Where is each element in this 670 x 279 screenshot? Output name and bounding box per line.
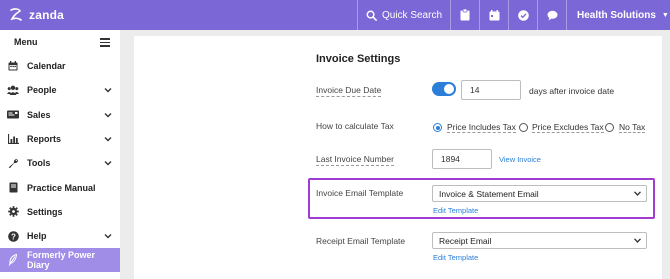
toggle-knob xyxy=(444,84,454,94)
calendar-button[interactable] xyxy=(479,0,508,30)
quick-search-button[interactable]: Quick Search xyxy=(357,0,450,30)
view-invoice-link[interactable]: View Invoice xyxy=(499,155,541,164)
sidebar-item-label: Help xyxy=(27,231,47,242)
sidebar-item-label: Tools xyxy=(27,158,51,169)
book-icon xyxy=(7,182,19,194)
chevron-down-icon xyxy=(104,88,112,93)
edit-receipt-template-link[interactable]: Edit Template xyxy=(433,253,478,262)
chat-icon xyxy=(547,10,557,20)
gear-icon xyxy=(7,206,19,218)
sidebar-item-label: Formerly Power Diary xyxy=(27,250,96,271)
radio-price-excludes-tax[interactable] xyxy=(519,123,528,132)
search-icon xyxy=(366,10,377,21)
clipboard-icon xyxy=(460,9,470,21)
invoice-email-template-label: Invoice Email Template xyxy=(316,188,404,198)
account-menu[interactable]: Health Solutions ▼ xyxy=(566,0,670,30)
messages-button[interactable] xyxy=(537,0,566,30)
sidebar-item-people[interactable]: People xyxy=(0,78,120,102)
chevron-down-icon xyxy=(104,161,112,166)
zanda-logo-icon xyxy=(10,8,22,21)
feather-icon xyxy=(7,254,19,267)
radio-label-excludes[interactable]: Price Excludes Tax xyxy=(532,122,604,133)
completed-button[interactable] xyxy=(508,0,537,30)
people-icon xyxy=(7,84,19,96)
chevron-down-icon xyxy=(104,234,112,239)
svg-text:?: ? xyxy=(11,232,16,241)
select-value: Invoice & Statement Email xyxy=(439,188,539,199)
chevron-down-icon xyxy=(634,238,641,243)
chart-icon xyxy=(7,133,19,145)
sidebar-item-label: Settings xyxy=(27,206,63,217)
chevron-down-icon xyxy=(104,137,112,142)
page-title: Invoice Settings xyxy=(316,53,401,65)
sidebar-item-help[interactable]: ? Help xyxy=(0,224,120,248)
tasks-button[interactable] xyxy=(450,0,479,30)
account-name: Health Solutions xyxy=(577,9,656,21)
chevron-down-icon xyxy=(104,112,112,118)
last-invoice-label: Last Invoice Number xyxy=(316,154,394,166)
tax-label: How to calculate Tax xyxy=(316,121,394,131)
due-date-label: Invoice Due Date xyxy=(316,85,382,97)
due-days-input[interactable]: 14 xyxy=(461,80,521,100)
check-circle-icon xyxy=(517,9,529,21)
sidebar-item-tools[interactable]: Tools xyxy=(0,151,120,175)
invoice-email-template-select[interactable]: Invoice & Statement Email xyxy=(432,185,647,202)
menu-header: Menu xyxy=(0,30,120,54)
sidebar-item-sales[interactable]: Sales xyxy=(0,103,120,127)
sales-icon xyxy=(7,109,19,121)
sidebar-item-reports[interactable]: Reports xyxy=(0,127,120,151)
radio-price-includes-tax[interactable] xyxy=(433,123,442,132)
caret-down-icon: ▼ xyxy=(661,11,669,19)
sidebar-item-formerly-power-diary[interactable]: Formerly Power Diary xyxy=(0,248,120,273)
receipt-email-template-label: Receipt Email Template xyxy=(316,236,406,246)
sidebar: Menu Calendar People Sales Reports Tools… xyxy=(0,30,120,279)
logo-text: zanda xyxy=(29,8,65,22)
zanda-logo[interactable]: zanda xyxy=(0,0,120,30)
scrollbar-track[interactable] xyxy=(662,30,670,279)
calendar-icon xyxy=(7,60,19,72)
sidebar-item-calendar[interactable]: Calendar xyxy=(0,54,120,78)
sidebar-item-label: People xyxy=(27,85,57,96)
hamburger-icon[interactable] xyxy=(100,38,110,47)
wrench-icon xyxy=(7,157,19,169)
sidebar-item-practice-manual[interactable]: Practice Manual xyxy=(0,175,120,199)
sidebar-item-label: Sales xyxy=(27,109,51,120)
due-date-suffix: days after invoice date xyxy=(529,86,615,96)
help-icon: ? xyxy=(7,230,19,242)
due-date-toggle[interactable] xyxy=(432,82,456,96)
radio-no-tax[interactable] xyxy=(605,123,614,132)
last-invoice-input[interactable]: 1894 xyxy=(432,149,492,169)
sidebar-item-label: Practice Manual xyxy=(27,182,96,193)
select-value: Receipt Email xyxy=(439,235,492,246)
calendar-icon xyxy=(489,9,499,20)
sidebar-item-settings[interactable]: Settings xyxy=(0,200,120,224)
top-bar: zanda Quick Search Health Solutions ▼ xyxy=(0,0,670,30)
receipt-email-template-select[interactable]: Receipt Email xyxy=(432,232,647,249)
quick-search-label: Quick Search xyxy=(381,9,443,21)
radio-label-includes[interactable]: Price Includes Tax xyxy=(447,122,516,133)
sidebar-item-label: Calendar xyxy=(27,61,66,72)
sidebar-item-label: Reports xyxy=(27,134,62,145)
radio-label-no-tax[interactable]: No Tax xyxy=(619,122,646,133)
menu-label: Menu xyxy=(14,37,38,47)
chevron-down-icon xyxy=(634,191,641,196)
edit-template-link[interactable]: Edit Template xyxy=(433,206,478,215)
